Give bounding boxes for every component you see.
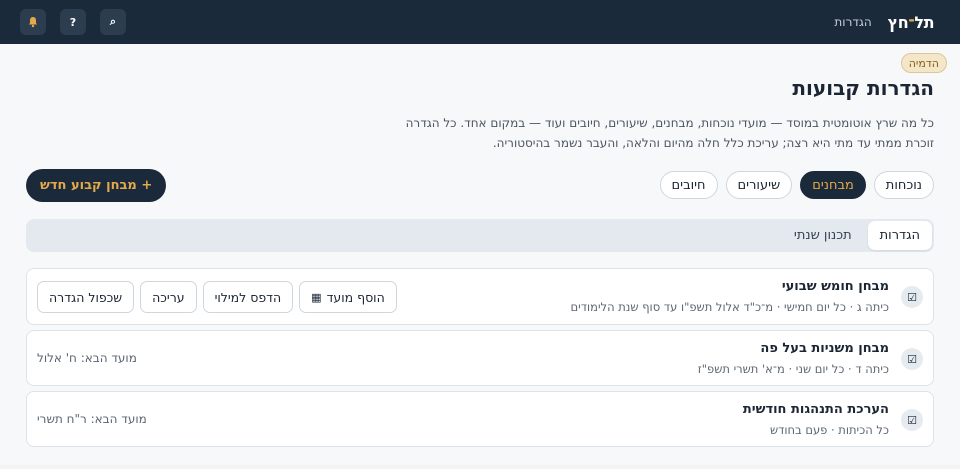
nav-settings-link[interactable]: הגדרות bbox=[834, 15, 871, 29]
subtab-settings[interactable]: הגדרות bbox=[867, 221, 932, 250]
demo-badge: הדמיה bbox=[900, 53, 947, 73]
rule-card-mishnayot[interactable]: ☑ מבחן משניות בעל פה כיתה ד · כל יום שני… bbox=[26, 330, 934, 386]
toolbar: ? ⌕ bbox=[20, 9, 126, 35]
rule-meta: כיתה ד · כל יום שני · מ־א' תשרי תשפ"ז bbox=[697, 362, 889, 376]
app-logo[interactable]: תל־חץ bbox=[888, 13, 935, 32]
search-button[interactable]: ⌕ bbox=[100, 9, 126, 35]
tab-lessons[interactable]: שיעורים bbox=[725, 171, 793, 199]
top-bar: תל־חץ הגדרות ? ⌕ bbox=[0, 0, 960, 44]
print-form-button[interactable]: הדפס למילוי bbox=[202, 281, 294, 313]
checkbox-icon[interactable]: ☑ bbox=[901, 286, 923, 308]
tab-attendance[interactable]: נוכחות bbox=[873, 171, 934, 199]
tab-charges[interactable]: חיובים bbox=[659, 171, 718, 199]
calendar-icon: ▦ bbox=[311, 290, 322, 304]
new-recurring-exam-button[interactable]: + מבחן קבוע חדש bbox=[26, 169, 167, 202]
rule-card-behavior-review[interactable]: ☑ הערכת התנהגות חודשית כל הכיתות · פעם ב… bbox=[26, 391, 934, 447]
help-icon: ? bbox=[69, 15, 77, 29]
checkbox-icon[interactable]: ☑ bbox=[901, 348, 923, 370]
page-description: כל מה שרץ אוטומטית במוסד — מועדי נוכחות,… bbox=[405, 116, 934, 150]
add-date-label: הוסף מועד bbox=[326, 289, 385, 305]
next-date-label: מועד הבא: ח' אלול bbox=[37, 351, 137, 365]
edit-rule-button[interactable]: עריכה bbox=[140, 281, 197, 313]
next-date-label: מועד הבא: ר"ח תשרי bbox=[37, 412, 147, 426]
page-title: הגדרות קבועות bbox=[792, 76, 934, 100]
bell-icon bbox=[29, 17, 37, 28]
duplicate-rule-button[interactable]: שכפול הגדרה bbox=[37, 281, 135, 313]
rule-meta: כיתה ג · כל יום חמישי · מ־כ"ד אלול תשפ"ו… bbox=[570, 300, 889, 314]
sub-tabs: הגדרות תכנון שנתי bbox=[26, 219, 934, 252]
notifications-button[interactable] bbox=[20, 9, 46, 35]
rule-meta: כל הכיתות · פעם בחודש bbox=[769, 423, 889, 437]
checkbox-icon[interactable]: ☑ bbox=[901, 409, 923, 431]
rule-title: מבחן משניות בעל פה bbox=[760, 341, 889, 356]
add-date-button[interactable]: הוסף מועד ▦ bbox=[299, 281, 397, 313]
subtab-annual-plan[interactable]: תכנון שנתי bbox=[782, 221, 864, 250]
rule-title: מבחן חומש שבועי bbox=[781, 279, 889, 294]
brand: תל־חץ הגדרות bbox=[834, 13, 934, 32]
category-tabs: נוכחות מבחנים שיעורים חיובים bbox=[659, 171, 934, 199]
rule-actions: שכפול הגדרה עריכה הדפס למילוי הוסף מועד … bbox=[37, 281, 397, 313]
help-button[interactable]: ? bbox=[60, 9, 86, 35]
search-icon: ⌕ bbox=[109, 15, 117, 28]
rule-card-weekly-chumash[interactable]: ☑ מבחן חומש שבועי כיתה ג · כל יום חמישי … bbox=[26, 268, 934, 325]
tab-exams[interactable]: מבחנים bbox=[800, 171, 866, 199]
rule-title: הערכת התנהגות חודשית bbox=[742, 402, 889, 417]
